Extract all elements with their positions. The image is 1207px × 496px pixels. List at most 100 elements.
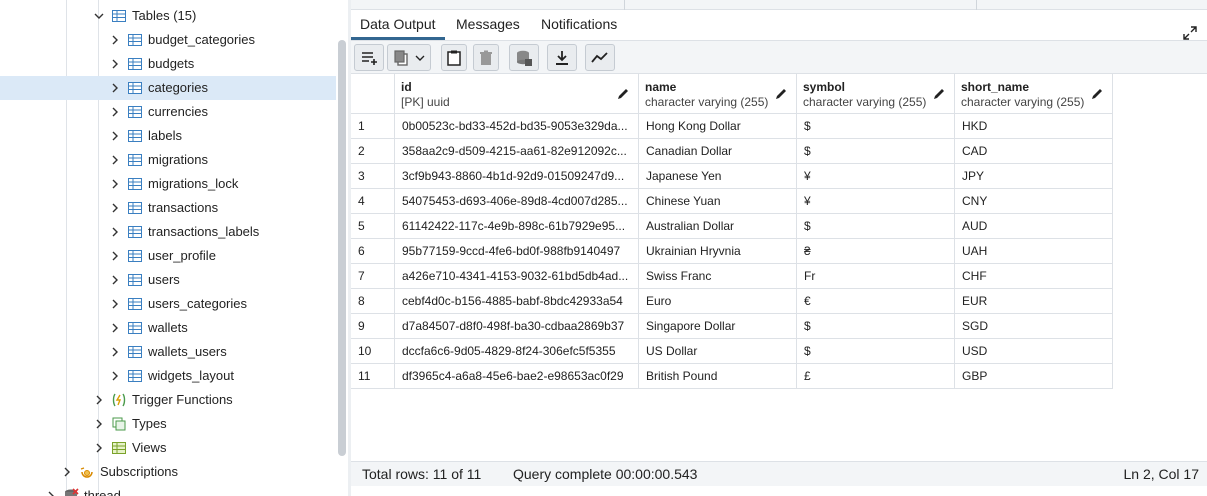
chevron-right-icon[interactable] (93, 394, 105, 406)
table-cell[interactable]: Fr (797, 264, 955, 289)
chevron-down-icon[interactable] (93, 10, 105, 22)
chevron-right-icon[interactable] (109, 298, 121, 310)
table-cell[interactable]: 3cf9b943-8860-4b1d-92d9-01509247d9... (395, 164, 639, 189)
tree-item-trigger-functions[interactable]: Trigger Functions (0, 388, 336, 412)
chevron-right-icon[interactable] (109, 346, 121, 358)
tree-item-table[interactable]: widgets_layout (0, 364, 336, 388)
tree-item-table[interactable]: categories (0, 76, 336, 100)
row-number-cell[interactable]: 3 (351, 164, 395, 189)
table-cell[interactable]: $ (797, 214, 955, 239)
download-button[interactable] (547, 44, 577, 71)
table-cell[interactable]: $ (797, 114, 955, 139)
table-cell[interactable]: British Pound (639, 364, 797, 389)
chevron-right-icon[interactable] (109, 250, 121, 262)
table-cell[interactable]: ¥ (797, 164, 955, 189)
paste-button[interactable] (441, 44, 467, 71)
table-cell[interactable]: Canadian Dollar (639, 139, 797, 164)
chevron-right-icon[interactable] (109, 58, 121, 70)
expand-icon[interactable] (1183, 26, 1197, 40)
edit-pencil-icon[interactable] (1090, 87, 1104, 101)
table-cell[interactable]: Euro (639, 289, 797, 314)
table-cell[interactable]: CNY (955, 189, 1113, 214)
chevron-down-icon[interactable] (414, 52, 426, 64)
chevron-right-icon[interactable] (109, 130, 121, 142)
tree-item-views[interactable]: Views (0, 436, 336, 460)
table-cell[interactable]: $ (797, 339, 955, 364)
row-number-cell[interactable]: 4 (351, 189, 395, 214)
tree-item-table[interactable]: wallets (0, 316, 336, 340)
column-header[interactable]: id [PK] uuid (395, 74, 639, 114)
table-cell[interactable]: € (797, 289, 955, 314)
row-number-header[interactable] (351, 74, 395, 114)
table-cell[interactable]: 61142422-117c-4e9b-898c-61b7929e95... (395, 214, 639, 239)
table-cell[interactable]: 95b77159-9ccd-4fe6-bd0f-988fb9140497 (395, 239, 639, 264)
table-cell[interactable]: cebf4d0c-b156-4885-babf-8bdc42933a54 (395, 289, 639, 314)
table-cell[interactable]: 0b00523c-bd33-452d-bd35-9053e329da... (395, 114, 639, 139)
column-header[interactable]: short_name character varying (255) (955, 74, 1113, 114)
table-cell[interactable]: Australian Dollar (639, 214, 797, 239)
tree-item-table[interactable]: migrations_lock (0, 172, 336, 196)
table-cell[interactable]: CAD (955, 139, 1113, 164)
table-cell[interactable]: USD (955, 339, 1113, 364)
row-number-cell[interactable]: 11 (351, 364, 395, 389)
tree-item-table[interactable]: wallets_users (0, 340, 336, 364)
add-row-button[interactable] (354, 44, 384, 71)
chevron-right-icon[interactable] (109, 274, 121, 286)
chevron-right-icon[interactable] (109, 178, 121, 190)
row-number-cell[interactable]: 7 (351, 264, 395, 289)
tree-item-table[interactable]: currencies (0, 100, 336, 124)
tab-messages[interactable]: Messages (447, 10, 529, 40)
tab-notifications[interactable]: Notifications (532, 10, 626, 40)
copy-button[interactable] (387, 44, 431, 71)
chevron-right-icon[interactable] (45, 490, 57, 496)
row-number-cell[interactable]: 8 (351, 289, 395, 314)
tree-item-types[interactable]: Types (0, 412, 336, 436)
row-number-cell[interactable]: 6 (351, 239, 395, 264)
table-cell[interactable]: ¥ (797, 189, 955, 214)
table-cell[interactable]: d7a84507-d8f0-498f-ba30-cdbaa2869b37 (395, 314, 639, 339)
table-cell[interactable]: £ (797, 364, 955, 389)
column-header[interactable]: name character varying (255) (639, 74, 797, 114)
table-cell[interactable]: UAH (955, 239, 1113, 264)
table-cell[interactable]: US Dollar (639, 339, 797, 364)
row-number-cell[interactable]: 1 (351, 114, 395, 139)
table-cell[interactable]: $ (797, 314, 955, 339)
tree-item-subscriptions[interactable]: Subscriptions (0, 460, 336, 484)
chevron-right-icon[interactable] (109, 106, 121, 118)
tree-item-table[interactable]: labels (0, 124, 336, 148)
chevron-right-icon[interactable] (93, 418, 105, 430)
table-cell[interactable]: Japanese Yen (639, 164, 797, 189)
graph-visualiser-button[interactable] (585, 44, 615, 71)
chevron-right-icon[interactable] (61, 466, 73, 478)
table-cell[interactable]: ₴ (797, 239, 955, 264)
chevron-right-icon[interactable] (93, 442, 105, 454)
chevron-right-icon[interactable] (109, 322, 121, 334)
table-cell[interactable]: HKD (955, 114, 1113, 139)
tree-item-table[interactable]: transactions_labels (0, 220, 336, 244)
chevron-right-icon[interactable] (109, 34, 121, 46)
row-number-cell[interactable]: 2 (351, 139, 395, 164)
delete-button[interactable] (473, 44, 499, 71)
row-number-cell[interactable]: 5 (351, 214, 395, 239)
tree-item-table[interactable]: migrations (0, 148, 336, 172)
chevron-right-icon[interactable] (109, 226, 121, 238)
tree-item-table[interactable]: users (0, 268, 336, 292)
table-cell[interactable]: SGD (955, 314, 1113, 339)
table-cell[interactable]: Singapore Dollar (639, 314, 797, 339)
tree-item-table[interactable]: transactions (0, 196, 336, 220)
chevron-right-icon[interactable] (109, 202, 121, 214)
tree-item-table[interactable]: budget_categories (0, 28, 336, 52)
column-header[interactable]: symbol character varying (255) (797, 74, 955, 114)
table-cell[interactable]: a426e710-4341-4153-9032-61bd5db4ad... (395, 264, 639, 289)
chevron-right-icon[interactable] (109, 370, 121, 382)
table-cell[interactable]: CHF (955, 264, 1113, 289)
table-cell[interactable]: EUR (955, 289, 1113, 314)
table-cell[interactable]: Ukrainian Hryvnia (639, 239, 797, 264)
edit-pencil-icon[interactable] (932, 87, 946, 101)
table-cell[interactable]: Swiss Franc (639, 264, 797, 289)
tree-item-tables-group[interactable]: Tables (15) (0, 4, 336, 28)
table-cell[interactable]: Chinese Yuan (639, 189, 797, 214)
tree-item-table[interactable]: users_categories (0, 292, 336, 316)
row-number-cell[interactable]: 10 (351, 339, 395, 364)
table-cell[interactable]: AUD (955, 214, 1113, 239)
